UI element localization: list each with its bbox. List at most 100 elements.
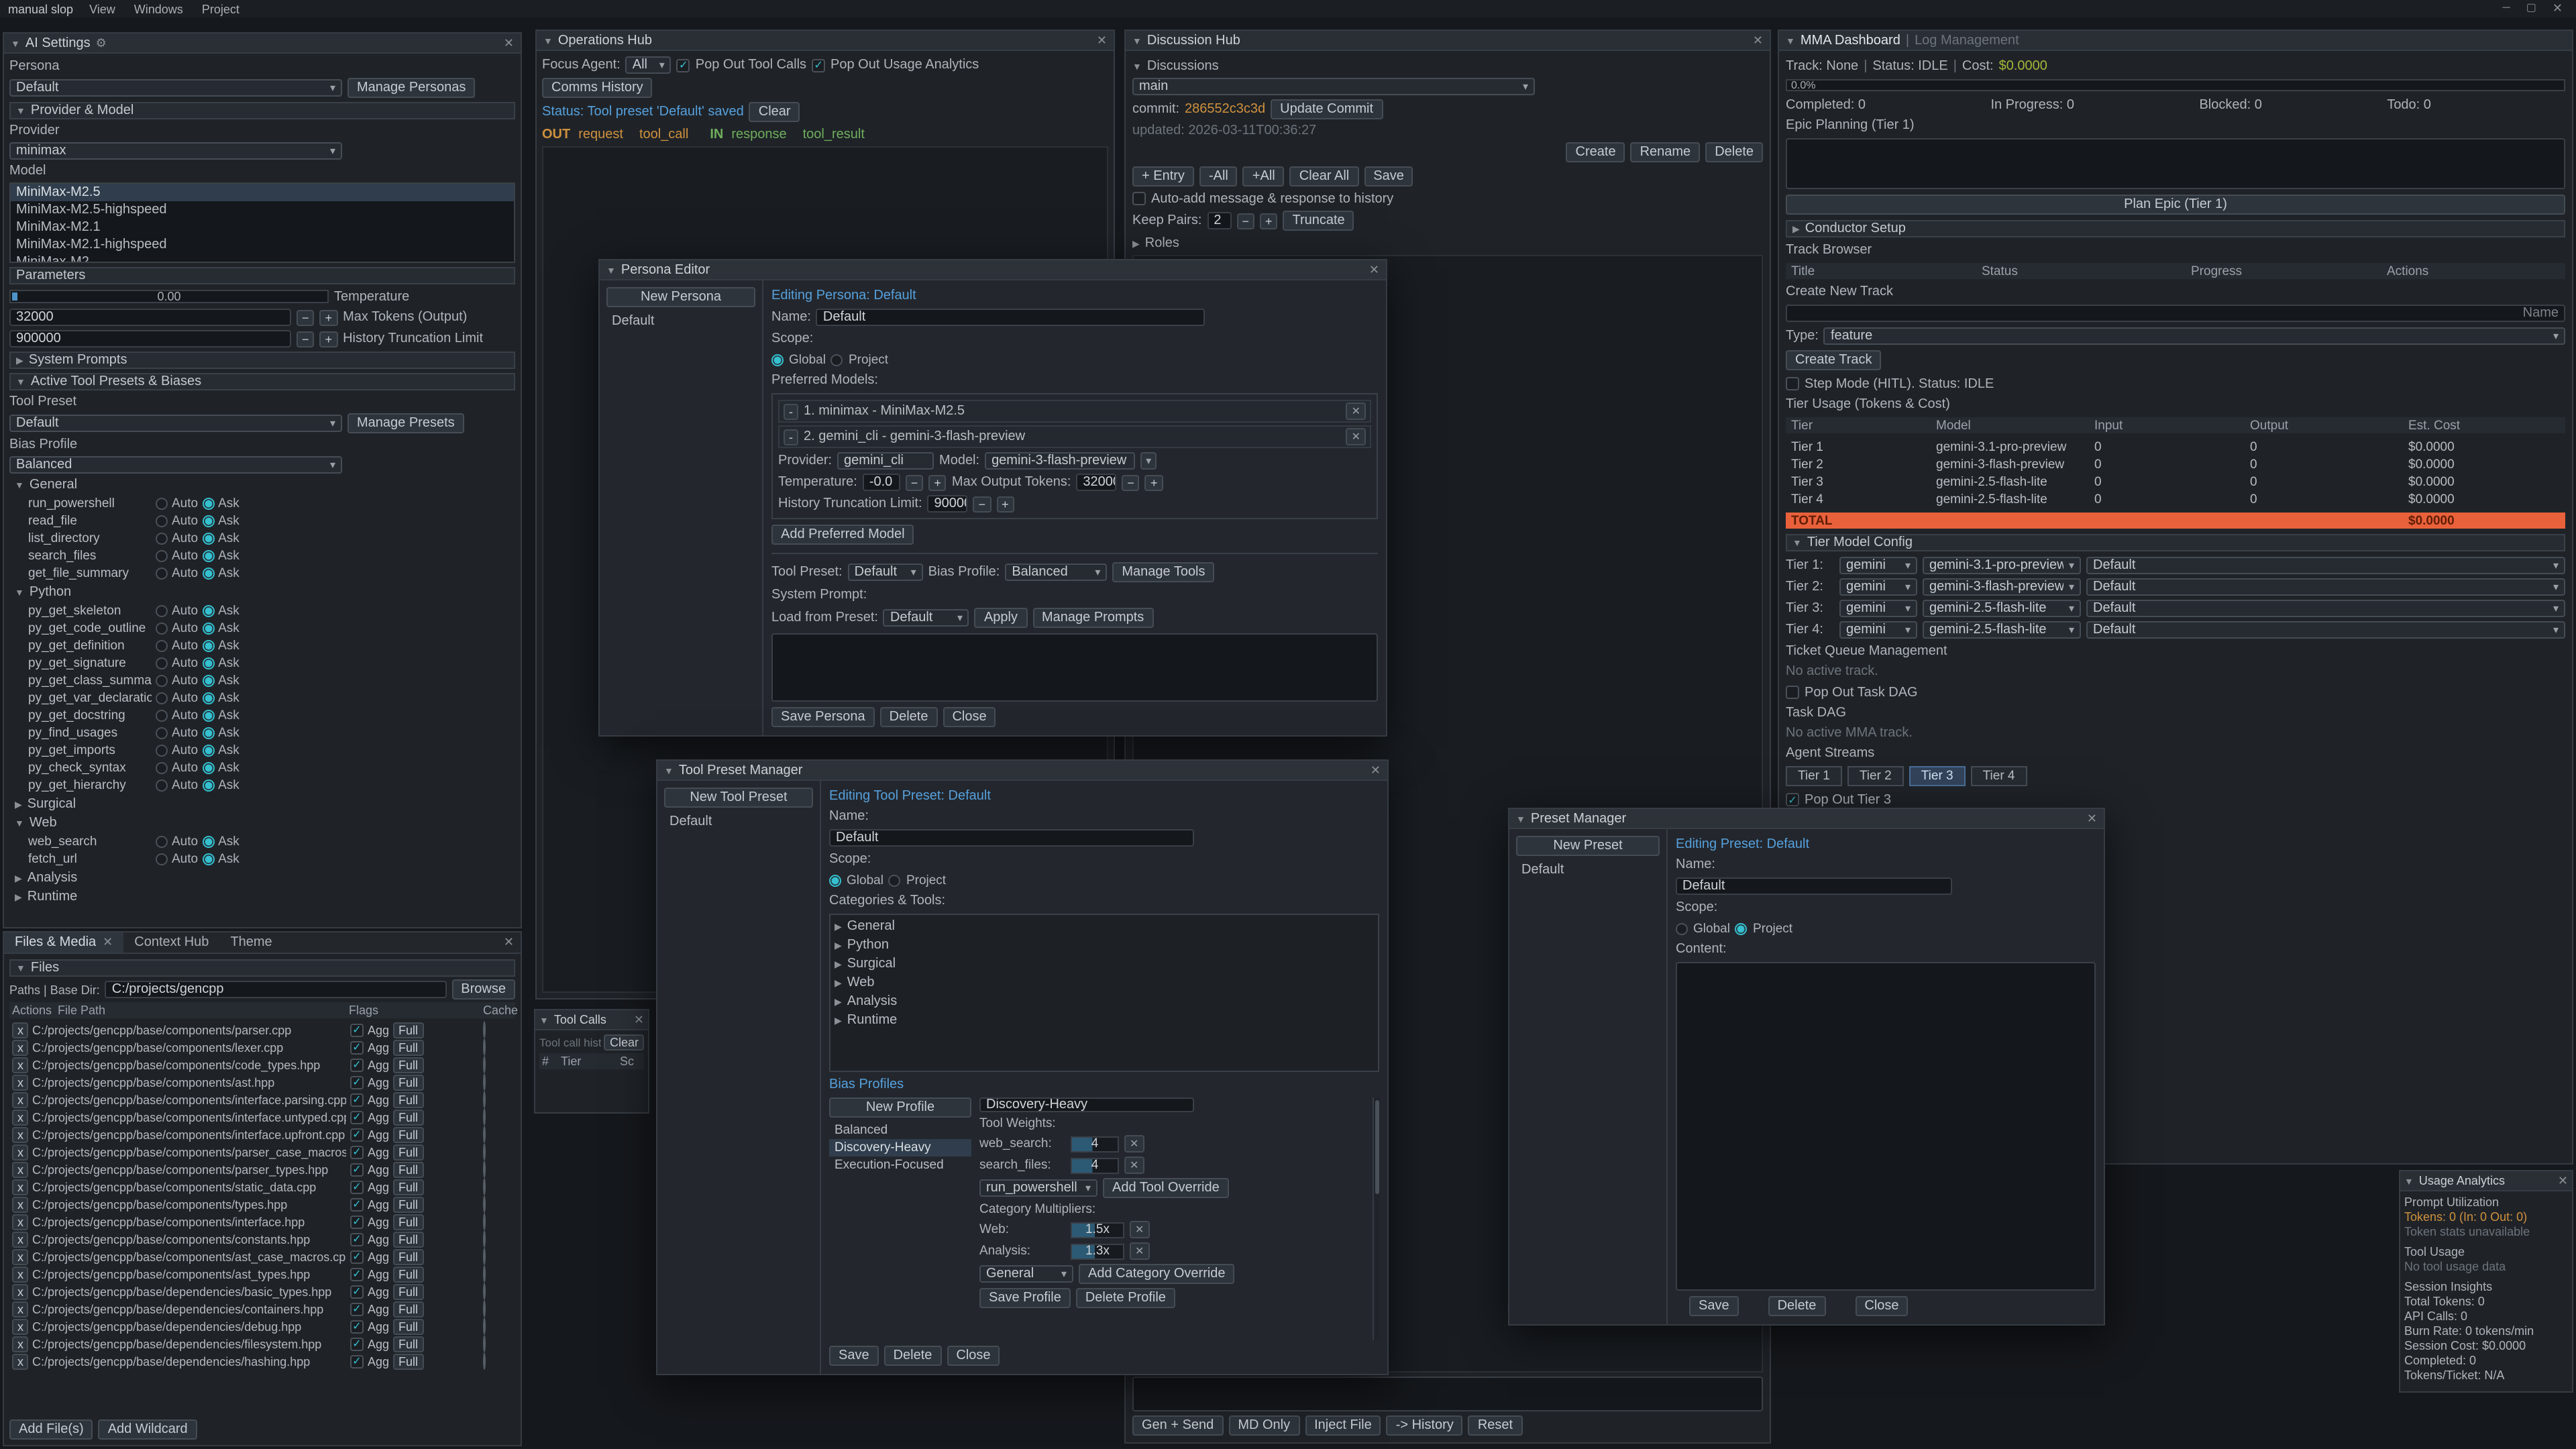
auto-radio[interactable]: [156, 623, 168, 635]
chevron-down-icon[interactable]: [1132, 58, 1142, 73]
col-actions[interactable]: Actions: [2387, 264, 2565, 278]
cache-indicator[interactable]: [483, 1178, 486, 1195]
full-button[interactable]: Full: [393, 1161, 423, 1177]
remove-file-button[interactable]: x: [12, 1318, 28, 1334]
agg-checkbox[interactable]: [350, 1128, 364, 1141]
add-wildcard-button[interactable]: Add Wildcard: [99, 1419, 197, 1440]
tool-override-select[interactable]: run_powershell: [979, 1179, 1097, 1197]
clear-all-button[interactable]: Clear All: [1290, 166, 1359, 186]
auto-radio[interactable]: [156, 675, 168, 687]
category-node[interactable]: Surgical: [835, 957, 1374, 971]
remove-multiplier-icon[interactable]: [1130, 1242, 1149, 1260]
auto-radio[interactable]: [156, 515, 168, 527]
auto-radio[interactable]: [156, 498, 168, 510]
remove-weight-icon[interactable]: [1124, 1157, 1144, 1174]
agg-checkbox[interactable]: [350, 1197, 364, 1211]
auto-radio[interactable]: [156, 533, 168, 545]
manage-prompts-button[interactable]: Manage Prompts: [1032, 608, 1153, 628]
bias-profile-item[interactable]: Discovery-Heavy: [829, 1139, 971, 1157]
minus-icon[interactable]: [297, 309, 315, 325]
full-button[interactable]: Full: [393, 1266, 423, 1282]
cache-indicator[interactable]: [483, 1021, 486, 1038]
add-tool-override-button[interactable]: Add Tool Override: [1103, 1178, 1229, 1198]
ask-radio[interactable]: [202, 657, 214, 669]
auto-add-checkbox[interactable]: [1132, 192, 1146, 205]
agg-checkbox[interactable]: [350, 1250, 364, 1263]
max-tokens-input[interactable]: 32000: [9, 309, 291, 326]
chevron-down-icon[interactable]: [11, 36, 20, 50]
new-tool-preset-button[interactable]: New Tool Preset: [664, 788, 813, 808]
tier-prompt-select[interactable]: Default: [2086, 557, 2565, 574]
agg-checkbox[interactable]: [350, 1145, 364, 1159]
preset-content-textarea[interactable]: [1676, 962, 2096, 1291]
remove-file-button[interactable]: x: [12, 1039, 28, 1055]
auto-radio[interactable]: [156, 836, 168, 848]
cache-indicator[interactable]: [483, 1091, 486, 1108]
focus-agent-select[interactable]: All: [626, 56, 672, 74]
remove-file-button[interactable]: x: [12, 1231, 28, 1247]
reorder-handle[interactable]: -: [784, 429, 798, 445]
chevron-down-icon[interactable]: [1516, 811, 1525, 826]
tier-prompt-select[interactable]: Default: [2086, 621, 2565, 639]
bias-profile-item[interactable]: Balanced: [829, 1122, 971, 1139]
add-preferred-model-button[interactable]: Add Preferred Model: [771, 525, 914, 545]
full-button[interactable]: Full: [393, 1057, 423, 1073]
model-option[interactable]: MiniMax-M2.5: [11, 184, 514, 201]
cache-indicator[interactable]: [483, 1038, 486, 1056]
chevron-down-icon[interactable]: [2404, 1173, 2414, 1188]
full-button[interactable]: Full: [393, 1248, 423, 1265]
scope-project-radio[interactable]: [889, 874, 901, 886]
gen-send-button[interactable]: Gen + Send: [1132, 1415, 1223, 1436]
comms-history-button[interactable]: Comms History: [542, 78, 653, 98]
full-button[interactable]: Full: [393, 1283, 423, 1299]
to-history-button[interactable]: -> History: [1387, 1415, 1463, 1436]
slider-handle[interactable]: [12, 292, 17, 301]
full-button[interactable]: Full: [393, 1336, 423, 1352]
agg-checkbox[interactable]: [350, 1215, 364, 1228]
col-status[interactable]: Status: [1982, 264, 2191, 278]
plus-icon[interactable]: [1260, 213, 1278, 229]
parameters-section[interactable]: Parameters: [9, 267, 515, 284]
chevron-down-icon[interactable]: [1786, 33, 1795, 48]
chevron-down-icon[interactable]: [1146, 453, 1151, 467]
full-button[interactable]: Full: [393, 1301, 423, 1317]
epic-planning-input[interactable]: [1786, 138, 2565, 189]
ask-radio[interactable]: [202, 550, 214, 562]
tab-files-media[interactable]: Files & Media: [4, 932, 123, 953]
history-limit-input[interactable]: 900000: [9, 330, 291, 347]
remove-file-button[interactable]: x: [12, 1091, 28, 1108]
agg-checkbox[interactable]: [350, 1320, 364, 1333]
auto-radio[interactable]: [156, 745, 168, 757]
reorder-handle[interactable]: -: [784, 403, 798, 419]
new-profile-button[interactable]: New Profile: [829, 1097, 971, 1118]
keep-pairs-input[interactable]: 2: [1207, 212, 1231, 229]
delete-profile-button[interactable]: Delete Profile: [1076, 1288, 1175, 1308]
cache-indicator[interactable]: [483, 1161, 486, 1178]
menu-windows[interactable]: Windows: [131, 2, 186, 15]
plus-icon[interactable]: [320, 331, 338, 347]
scope-global-radio[interactable]: [1676, 922, 1688, 934]
minus-all-button[interactable]: -All: [1199, 166, 1238, 186]
full-button[interactable]: Full: [393, 1179, 423, 1195]
tier-prompt-select[interactable]: Default: [2086, 578, 2565, 596]
browse-button[interactable]: Browse: [451, 979, 515, 1000]
ask-radio[interactable]: [202, 727, 214, 739]
agg-checkbox[interactable]: [350, 1267, 364, 1281]
full-button[interactable]: Full: [393, 1022, 423, 1038]
cache-indicator[interactable]: [483, 1248, 486, 1265]
cache-indicator[interactable]: [483, 1213, 486, 1230]
ask-radio[interactable]: [202, 568, 214, 580]
remove-multiplier-icon[interactable]: [1130, 1221, 1149, 1238]
track-type-select[interactable]: feature: [1824, 327, 2565, 345]
close-icon[interactable]: [504, 36, 514, 50]
cache-indicator[interactable]: [483, 1126, 486, 1143]
new-preset-button[interactable]: New Preset: [1516, 836, 1660, 856]
tool-group-runtime[interactable]: Runtime: [9, 890, 515, 904]
chevron-right-icon[interactable]: [1132, 235, 1140, 250]
manage-personas-button[interactable]: Manage Personas: [347, 78, 475, 98]
remove-file-button[interactable]: x: [12, 1057, 28, 1073]
full-button[interactable]: Full: [393, 1353, 423, 1369]
cache-indicator[interactable]: [483, 1318, 486, 1335]
tool-preset-select[interactable]: Default: [9, 415, 342, 432]
base-dir-input[interactable]: C:/projects/gencpp: [105, 981, 447, 998]
